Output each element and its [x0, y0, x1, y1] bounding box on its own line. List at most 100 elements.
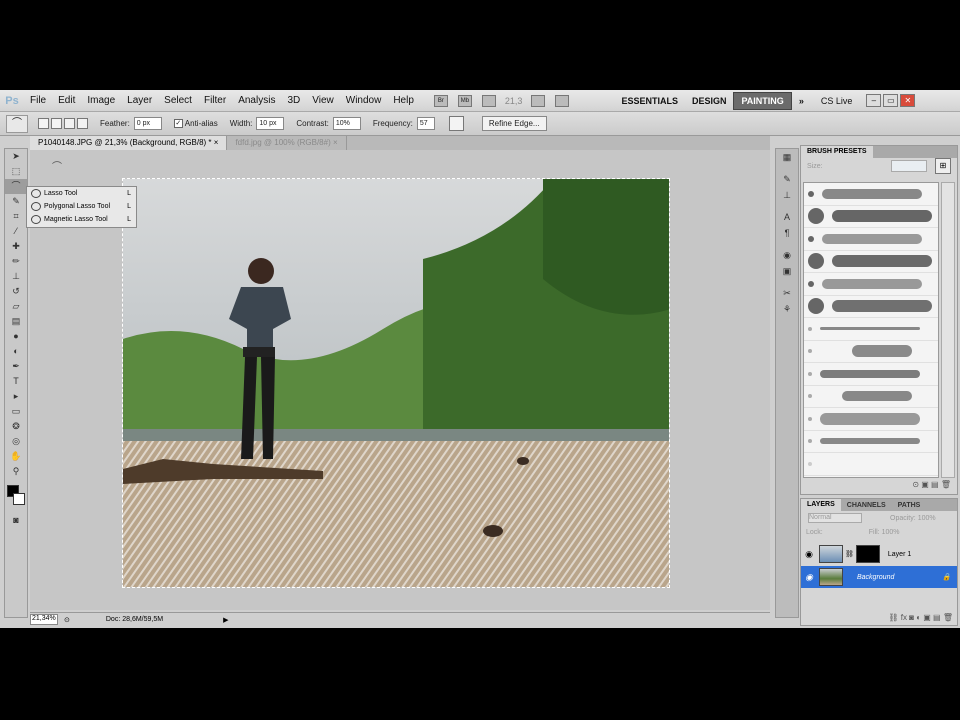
background-color-swatch[interactable] [13, 493, 25, 505]
brush-panel-menu-icon[interactable]: ⊞ [935, 158, 951, 174]
menu-view[interactable]: View [306, 95, 340, 106]
brush-preset-row[interactable] [804, 296, 938, 318]
healing-brush-icon[interactable]: ✚ [5, 239, 27, 254]
brush-preset-row[interactable] [804, 386, 938, 408]
brush-list-scrollbar[interactable] [941, 182, 955, 478]
more-workspaces-icon[interactable]: » [792, 93, 811, 109]
tab-paths[interactable]: PATHS [892, 502, 927, 509]
marquee-tool-icon[interactable]: ⬚ [5, 164, 27, 179]
move-tool-icon[interactable]: ➤ [5, 149, 27, 164]
menu-image[interactable]: Image [81, 95, 121, 106]
gradient-tool-icon[interactable]: ▤ [5, 314, 27, 329]
workspace-painting[interactable]: PAINTING [733, 91, 792, 110]
flyout-lasso-tool[interactable]: Lasso Tool L [27, 187, 136, 200]
screen-mode-icon[interactable] [555, 94, 570, 107]
menu-layer[interactable]: Layer [121, 95, 158, 106]
swatches-icon[interactable]: ▣ [776, 263, 798, 279]
new-selection-icon[interactable] [38, 118, 49, 129]
eraser-tool-icon[interactable]: ▱ [5, 299, 27, 314]
layers-panel-footer-icons[interactable]: ⛓ fx ◙ ◐ ▣ ▤ 🗑 [801, 613, 957, 625]
tab-channels[interactable]: CHANNELS [841, 502, 892, 509]
clone-stamp-icon[interactable]: ⊥ [5, 269, 27, 284]
brush-preset-row[interactable] [804, 453, 938, 476]
workspace-essentials[interactable]: ESSENTIALS [614, 93, 685, 109]
menu-file[interactable]: File [24, 95, 52, 106]
color-icon[interactable]: ◉ [776, 247, 798, 263]
brush-preset-row[interactable] [804, 273, 938, 296]
opacity-value[interactable]: 100% [918, 515, 936, 522]
fill-value[interactable]: 100% [882, 529, 900, 536]
restore-icon[interactable]: ▭ [883, 94, 899, 107]
brush-icon[interactable]: ✎ [776, 171, 798, 187]
view-extras-icon[interactable] [481, 94, 496, 107]
status-info-icon[interactable]: ⊙ [64, 616, 70, 624]
tablet-pressure-icon[interactable] [448, 116, 464, 131]
brush-panel-footer-icons[interactable]: ⊙ ▣ ▤ 🗑 [801, 480, 957, 494]
tab-other-document[interactable]: fdfd.jpg @ 100% (RGB/8#) × [227, 136, 347, 150]
width-input[interactable]: 10 px [256, 117, 285, 130]
brush-tool-icon[interactable]: ✏ [5, 254, 27, 269]
pen-tool-icon[interactable]: ✒ [5, 359, 27, 374]
brush-preset-row[interactable] [804, 408, 938, 431]
contrast-input[interactable]: 10% [332, 117, 361, 130]
character-icon[interactable]: A [776, 209, 798, 225]
brush-preset-row[interactable] [804, 363, 938, 386]
bridge-icon[interactable]: Br [433, 94, 448, 107]
antialias-checkbox[interactable]: ✓ [173, 119, 183, 128]
arrange-documents-icon[interactable] [531, 94, 546, 107]
blur-tool-icon[interactable]: ● [5, 329, 27, 344]
hand-tool-icon[interactable]: ✋ [5, 449, 27, 464]
menu-edit[interactable]: Edit [52, 95, 81, 106]
quick-mask-icon[interactable]: ◙ [5, 513, 27, 528]
frequency-input[interactable]: 57 [416, 117, 435, 130]
lasso-tool-preset-icon[interactable]: ⌒ [6, 114, 28, 133]
zoom-field[interactable]: 21,34% [30, 614, 58, 625]
brush-preset-row[interactable] [804, 183, 938, 206]
eyedropper-tool-icon[interactable]: ⁄ [5, 224, 27, 239]
quick-selection-tool-icon[interactable]: ✎ [5, 194, 27, 209]
brush-preset-row[interactable] [804, 431, 938, 453]
minimize-icon[interactable]: – [866, 94, 882, 107]
dodge-tool-icon[interactable]: ◐ [5, 344, 27, 359]
menu-analysis[interactable]: Analysis [232, 95, 281, 106]
layer-mask-thumbnail[interactable] [855, 545, 880, 563]
menu-select[interactable]: Select [158, 95, 198, 106]
zoom-level-readout[interactable]: 21,3 [505, 96, 523, 106]
brush-preset-row[interactable] [804, 251, 938, 273]
flyout-magnetic-lasso-tool[interactable]: Magnetic Lasso Tool L [27, 213, 136, 226]
tab-brush-presets[interactable]: BRUSH PRESETS [801, 146, 873, 158]
histogram-icon[interactable]: ▦ [776, 149, 798, 165]
tab-active-document[interactable]: P1040148.JPG @ 21,3% (Background, RGB/8)… [30, 136, 228, 150]
tab-layers[interactable]: LAYERS [801, 499, 841, 511]
paragraph-icon[interactable]: ¶ [776, 225, 798, 241]
layer-row-layer-1[interactable]: ◉ ⛓ Layer 1 [801, 543, 957, 565]
refine-edge-button[interactable]: Refine Edge... [481, 116, 547, 131]
menu-help[interactable]: Help [387, 95, 420, 106]
visibility-eye-icon[interactable]: ◉ [801, 549, 817, 560]
feather-input[interactable]: 0 px [133, 117, 162, 130]
brush-preset-row[interactable] [804, 318, 938, 341]
cs-live-button[interactable]: CS Live [817, 96, 857, 106]
tool-presets-icon[interactable]: ✂ [776, 285, 798, 301]
add-to-selection-icon[interactable] [51, 118, 62, 129]
lasso-tool-icon[interactable]: ⌒ [5, 179, 27, 194]
document-image[interactable] [122, 178, 670, 588]
zoom-tool-icon[interactable]: ⚲ [5, 464, 27, 479]
close-icon[interactable]: ✕ [900, 94, 916, 107]
brush-preset-row[interactable] [804, 341, 938, 363]
menu-3d[interactable]: 3D [281, 95, 306, 106]
actions-icon[interactable]: ⚘ [776, 301, 798, 317]
mini-bridge-icon[interactable]: Mb [457, 94, 472, 107]
3d-rotate-icon[interactable]: ❂ [5, 419, 27, 434]
3d-orbit-icon[interactable]: ◎ [5, 434, 27, 449]
flyout-polygonal-lasso-tool[interactable]: Polygonal Lasso Tool L [27, 200, 136, 213]
brush-size-slider[interactable] [891, 160, 927, 172]
intersect-selection-icon[interactable] [77, 118, 88, 129]
clone-source-icon[interactable]: ⊥ [776, 187, 798, 203]
path-selection-icon[interactable]: ▸ [5, 389, 27, 404]
subtract-selection-icon[interactable] [64, 118, 75, 129]
crop-tool-icon[interactable]: ⌗ [5, 209, 27, 224]
menu-window[interactable]: Window [340, 95, 388, 106]
layer-row-background[interactable]: ◉ Background 🔒 [801, 566, 957, 588]
canvas-area[interactable]: ⌒ [30, 150, 770, 610]
